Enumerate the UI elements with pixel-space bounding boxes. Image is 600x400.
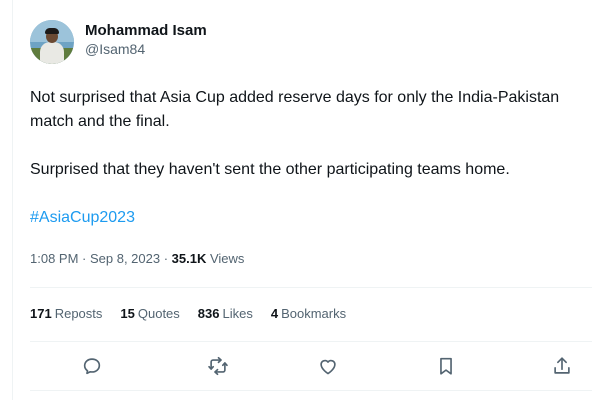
- quotes-label: Quotes: [137, 306, 180, 321]
- divider: [30, 287, 592, 288]
- column-border: [12, 0, 13, 400]
- hashtag-link[interactable]: #AsiaCup2023: [30, 206, 135, 230]
- tweet-frame: Mohammad Isam @Isam84 Not surprised that…: [0, 0, 600, 400]
- reposts-stat[interactable]: 171 Reposts: [30, 305, 102, 323]
- bookmark-button[interactable]: [434, 354, 458, 378]
- avatar-body: [40, 42, 64, 64]
- likes-count: 836: [197, 306, 220, 321]
- quotes-count: 15: [120, 306, 135, 321]
- tweet-paragraph-1: Not surprised that Asia Cup added reserv…: [30, 89, 560, 130]
- repost-button[interactable]: [206, 354, 230, 378]
- reply-icon: [83, 358, 101, 375]
- reply-button[interactable]: [80, 354, 104, 378]
- bookmarks-stat[interactable]: 4 Bookmarks: [271, 305, 346, 323]
- share-icon: [554, 357, 570, 374]
- tweet-paragraph-2: Surprised that they haven't sent the oth…: [30, 161, 510, 178]
- likes-label: Likes: [222, 306, 253, 321]
- author-handle[interactable]: @Isam84: [85, 40, 207, 58]
- avatar[interactable]: [30, 20, 74, 64]
- share-button[interactable]: [550, 354, 574, 378]
- author-display-name[interactable]: Mohammad Isam: [85, 21, 207, 40]
- bookmark-icon: [440, 357, 452, 375]
- views-count: 35.1K: [171, 251, 207, 266]
- tweet-text: Not surprised that Asia Cup added reserv…: [30, 86, 590, 230]
- engagement-stats: 171 Reposts 15 Quotes 836 Likes 4 Bookmarks: [30, 305, 364, 323]
- reposts-count: 171: [30, 306, 52, 321]
- like-button[interactable]: [316, 354, 340, 378]
- tweet-header: Mohammad Isam @Isam84: [30, 17, 207, 65]
- bookmarks-count: 4: [270, 306, 279, 321]
- divider: [30, 341, 592, 342]
- bookmarks-label: Bookmarks: [281, 306, 347, 321]
- action-bar: [30, 352, 592, 380]
- likes-stat[interactable]: 836 Likes: [198, 305, 253, 323]
- tweet-meta: 1:08 PM · Sep 8, 2023 · 35.1K Views: [30, 250, 244, 268]
- tweet-detail: Mohammad Isam @Isam84 Not surprised that…: [30, 0, 592, 400]
- quotes-stat[interactable]: 15 Quotes: [120, 305, 179, 323]
- views-label: Views: [206, 251, 245, 266]
- reposts-label: Reposts: [54, 306, 103, 321]
- author-names: Mohammad Isam @Isam84: [85, 21, 207, 58]
- repost-icon: [208, 356, 228, 376]
- heart-icon: [320, 359, 336, 375]
- timestamp[interactable]: 1:08 PM · Sep 8, 2023 ·: [30, 251, 172, 266]
- avatar-hair: [45, 28, 59, 34]
- divider: [30, 390, 592, 391]
